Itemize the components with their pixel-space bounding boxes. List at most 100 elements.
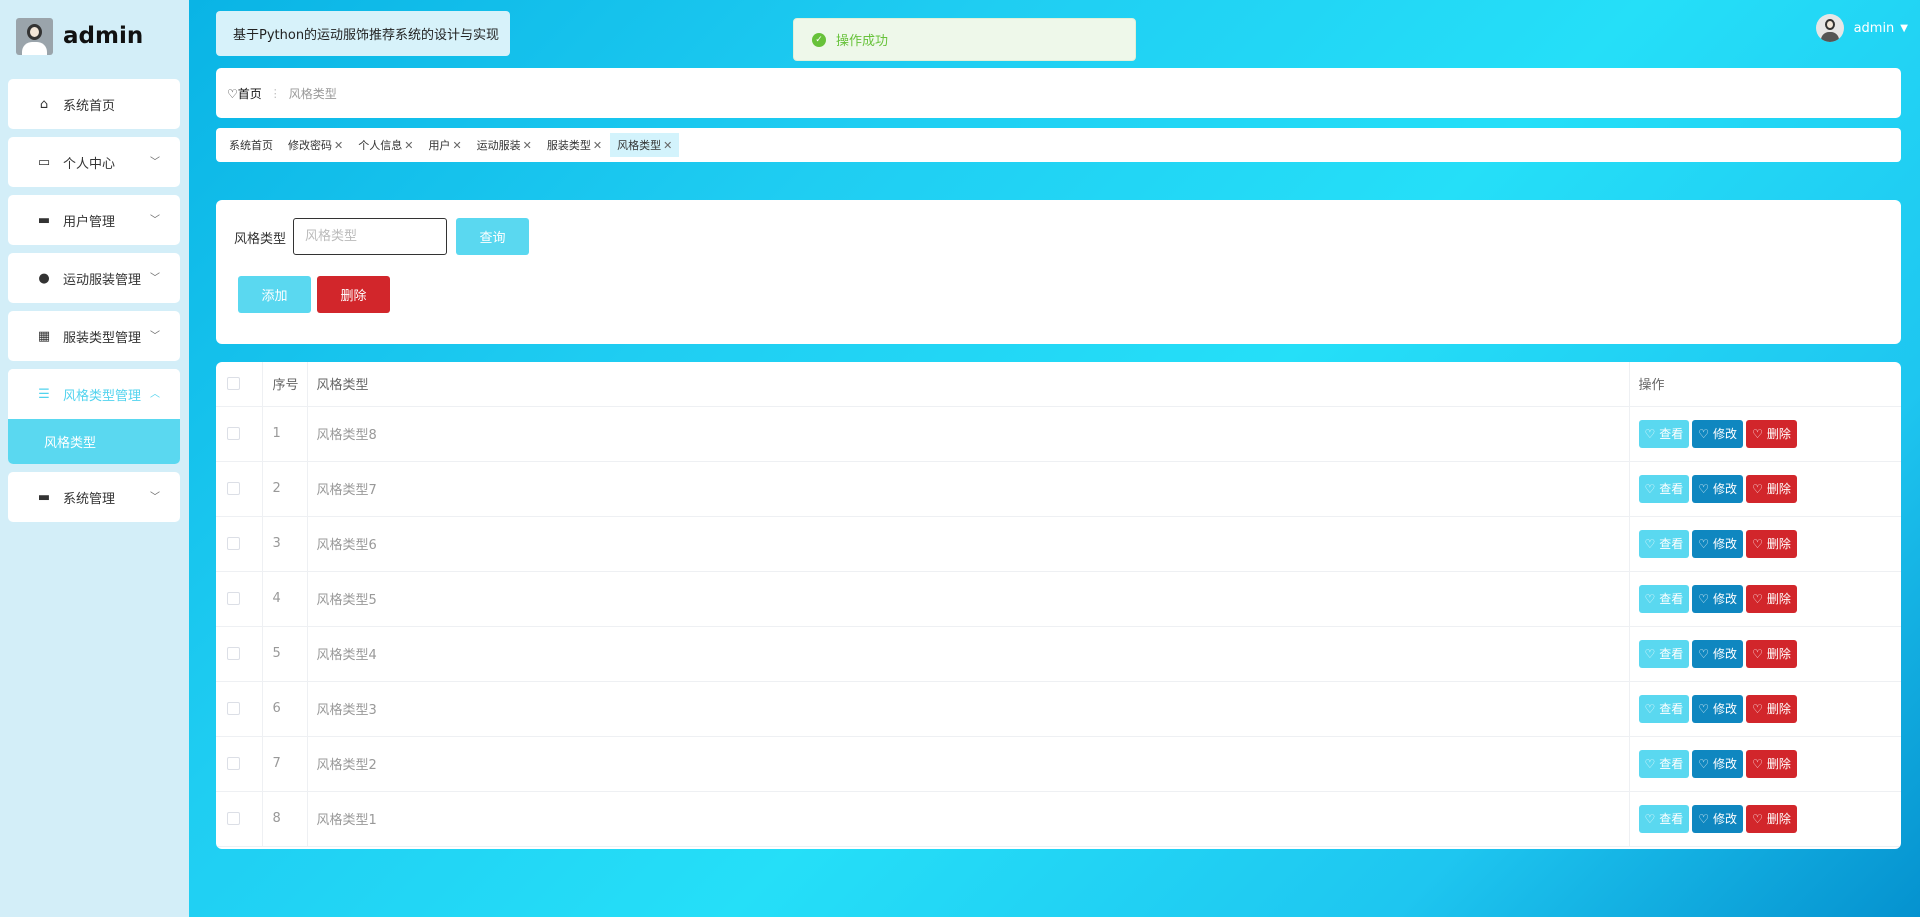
select-all-checkbox[interactable]: [227, 377, 240, 391]
row-checkbox[interactable]: [227, 647, 240, 660]
view-button[interactable]: ♡ 查看: [1638, 419, 1690, 448]
delete-button[interactable]: ♡ 删除: [1746, 474, 1797, 503]
chevron-up-icon: ︿: [150, 389, 160, 400]
row-actions: ♡ 查看 ♡ 修改 ♡ 删除: [1629, 736, 1901, 792]
row-index: 2: [262, 461, 308, 517]
edit-button[interactable]: ♡ 修改: [1692, 419, 1744, 448]
row-checkbox[interactable]: [227, 812, 240, 825]
row-name: 风格类型6: [307, 516, 1630, 572]
close-icon[interactable]: ✕: [452, 139, 461, 152]
breadcrumb-home[interactable]: ♡首页: [227, 85, 262, 102]
sidebar-item-system[interactable]: ▬ 系统管理 ﹀: [8, 472, 180, 522]
edit-button[interactable]: ♡ 修改: [1692, 474, 1744, 503]
close-icon[interactable]: ✕: [593, 139, 602, 152]
sidebar-item-home[interactable]: ⌂ 系统首页: [8, 79, 180, 129]
heart-icon: ♡: [1644, 591, 1656, 606]
chevron-down-icon: ﹀: [150, 273, 160, 284]
sidebar-item-label: 用户管理: [63, 214, 116, 230]
tags-view: 系统首页 修改密码 ✕ 个人信息 ✕ 用户 ✕ 运动服装 ✕ 服装类型 ✕ 风格类型 ✕: [216, 128, 1901, 162]
header-name: 风格类型: [307, 362, 1630, 407]
row-name: 风格类型7: [307, 461, 1630, 517]
heart-icon: ♡: [1644, 646, 1656, 661]
view-button[interactable]: ♡ 查看: [1638, 584, 1690, 613]
table-row: 4 风格类型5 ♡ 查看 ♡ 修改 ♡ 删除: [216, 571, 1901, 627]
edit-button[interactable]: ♡ 修改: [1692, 804, 1744, 833]
row-index: 7: [262, 736, 308, 792]
user-icon: ●: [38, 270, 50, 286]
user-menu[interactable]: admin ▼: [1815, 14, 1908, 42]
brand-name: admin: [63, 23, 144, 49]
batch-delete-button[interactable]: 删除: [317, 276, 390, 313]
heart-icon: ♡: [1644, 756, 1656, 771]
close-icon[interactable]: ✕: [523, 139, 532, 152]
delete-button[interactable]: ♡ 删除: [1746, 639, 1797, 668]
sidebar-item-style-type[interactable]: ☰ 风格类型管理 ︿: [8, 369, 180, 419]
tag-sportswear[interactable]: 运动服装 ✕: [470, 133, 539, 157]
row-index: 4: [262, 571, 308, 627]
table-row: 7 风格类型2 ♡ 查看 ♡ 修改 ♡ 删除: [216, 736, 1901, 792]
close-icon[interactable]: ✕: [404, 139, 413, 152]
row-index: 3: [262, 516, 308, 572]
delete-button[interactable]: ♡ 删除: [1746, 694, 1797, 723]
sidebar-item-label: 系统管理: [63, 491, 116, 507]
row-checkbox[interactable]: [227, 537, 240, 550]
breadcrumb: ♡首页 ⋮ 风格类型: [216, 68, 1901, 118]
sidebar-item-sportswear[interactable]: ● 运动服装管理 ﹀: [8, 253, 180, 303]
row-name: 风格类型5: [307, 571, 1630, 627]
check-icon: ✓: [812, 32, 826, 47]
search-label: 风格类型: [234, 232, 287, 247]
heart-icon: ♡: [1698, 646, 1710, 661]
sidebar-item-label: 系统首页: [63, 98, 116, 114]
heart-icon: ♡: [1698, 756, 1710, 771]
row-checkbox[interactable]: [227, 427, 240, 440]
sidebar-item-profile[interactable]: ▭ 个人中心 ﹀: [8, 137, 180, 187]
edit-button[interactable]: ♡ 修改: [1692, 529, 1744, 558]
add-button[interactable]: 添加: [238, 276, 311, 313]
tag-clothing-type[interactable]: 服装类型 ✕: [540, 133, 609, 157]
edit-button[interactable]: ♡ 修改: [1692, 694, 1744, 723]
row-checkbox[interactable]: [227, 757, 240, 770]
tag-home[interactable]: 系统首页: [222, 133, 280, 157]
view-button[interactable]: ♡ 查看: [1638, 804, 1690, 833]
table-row: 8 风格类型1 ♡ 查看 ♡ 修改 ♡ 删除: [216, 791, 1901, 847]
row-checkbox[interactable]: [227, 482, 240, 495]
close-icon[interactable]: ✕: [663, 139, 672, 152]
row-actions: ♡ 查看 ♡ 修改 ♡ 删除: [1629, 791, 1901, 847]
delete-button[interactable]: ♡ 删除: [1746, 529, 1797, 558]
sidebar-item-clothing-type[interactable]: ▦ 服装类型管理 ﹀: [8, 311, 180, 361]
view-button[interactable]: ♡ 查看: [1638, 474, 1690, 503]
close-icon[interactable]: ✕: [334, 139, 343, 152]
tag-personal-info[interactable]: 个人信息 ✕: [351, 133, 420, 157]
heart-icon: ♡: [1752, 481, 1763, 496]
view-button[interactable]: ♡ 查看: [1638, 529, 1690, 558]
delete-button[interactable]: ♡ 删除: [1746, 749, 1797, 778]
tag-change-password[interactable]: 修改密码 ✕: [281, 133, 350, 157]
delete-button[interactable]: ♡ 删除: [1746, 419, 1797, 448]
delete-button[interactable]: ♡ 删除: [1746, 804, 1797, 833]
edit-button[interactable]: ♡ 修改: [1692, 584, 1744, 613]
view-button[interactable]: ♡ 查看: [1638, 749, 1690, 778]
delete-button[interactable]: ♡ 删除: [1746, 584, 1797, 613]
select-all-cell: [216, 362, 263, 407]
data-table: 序号 风格类型 操作 1 风格类型8 ♡ 查看 ♡ 修改 ♡ 删除 2 风格类型7 ♡ 查看 ♡ 修改 ♡ 删…: [216, 362, 1901, 849]
sidebar-item-label: 服装类型管理: [63, 330, 142, 346]
tag-user[interactable]: 用户 ✕: [421, 133, 468, 157]
tag-style-type[interactable]: 风格类型 ✕: [610, 133, 680, 157]
heart-icon: ♡: [1698, 481, 1710, 496]
row-checkbox[interactable]: [227, 702, 240, 715]
edit-button[interactable]: ♡ 修改: [1692, 639, 1744, 668]
view-button[interactable]: ♡ 查看: [1638, 639, 1690, 668]
sidebar-subitem-style-type[interactable]: 风格类型: [8, 419, 180, 464]
sidebar-item-label: 个人中心: [63, 156, 116, 172]
row-checkbox[interactable]: [227, 592, 240, 605]
view-button[interactable]: ♡ 查看: [1638, 694, 1690, 723]
edit-button[interactable]: ♡ 修改: [1692, 749, 1744, 778]
query-button[interactable]: 查询: [456, 218, 529, 255]
row-select-cell: [216, 571, 263, 627]
row-select-cell: [216, 736, 263, 792]
breadcrumb-separator: ⋮: [269, 86, 281, 100]
sidebar-item-users[interactable]: ▬ 用户管理 ﹀: [8, 195, 180, 245]
search-input[interactable]: [293, 218, 447, 255]
home-icon: ⌂: [39, 96, 49, 112]
page-title: 基于Python的运动服饰推荐系统的设计与实现: [216, 11, 510, 56]
